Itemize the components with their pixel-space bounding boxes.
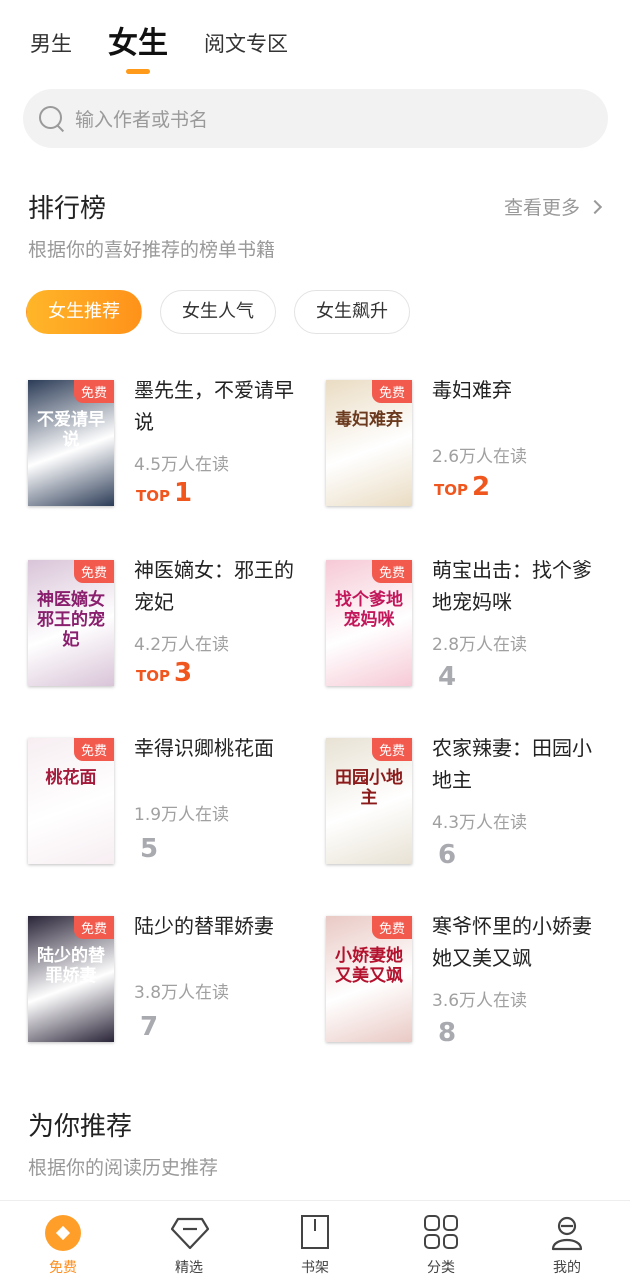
rank-label: TOP 3: [136, 658, 192, 688]
free-badge: 免费: [371, 560, 412, 583]
search-input[interactable]: 输入作者或书名: [23, 89, 608, 148]
reader-count: 4.3万人在读: [432, 813, 528, 833]
book-cover[interactable]: 毒妇难弃 免费: [326, 380, 412, 506]
search-icon: [39, 105, 65, 132]
rank-label: TOP 1: [136, 478, 192, 508]
ranking-subtitle: 根据你的喜好推荐的榜单书籍: [28, 239, 276, 261]
nav-category[interactable]: 分类: [378, 1201, 504, 1280]
reader-count: 1.9万人在读: [134, 805, 230, 825]
reader-count: 4.2万人在读: [134, 635, 230, 655]
nav-free[interactable]: 免费: [0, 1201, 126, 1280]
free-badge: 免费: [371, 916, 412, 939]
rank-number: 1: [173, 478, 193, 508]
rank-top-word: TOP: [136, 487, 170, 505]
cover-title: 陆少的替罪娇妻: [37, 946, 105, 986]
ranking-title: 排行榜: [28, 194, 107, 224]
reader-count: 2.6万人在读: [432, 447, 528, 467]
book-title[interactable]: 陆少的替罪娇妻: [134, 910, 309, 942]
chip-female-popular[interactable]: 女生人气: [160, 290, 276, 334]
nav-bookshelf[interactable]: 书架: [252, 1201, 378, 1280]
free-badge: 免费: [73, 560, 114, 583]
reader-count: 3.6万人在读: [432, 991, 528, 1011]
rank-number: 3: [173, 658, 193, 688]
chevron-right-icon: [587, 199, 603, 214]
tab-yuewen-zone[interactable]: 阅文专区: [204, 22, 288, 66]
book-title[interactable]: 萌宝出击：找个爹地宠妈咪: [432, 554, 607, 618]
rank-book-item[interactable]: 小娇妻她又美又飒 免费 寒爷怀里的小娇妻她又美又飒 3.6万人在读 8: [326, 914, 616, 1066]
book-cover[interactable]: 田园小地主 免费: [326, 738, 412, 864]
reader-count: 4.5万人在读: [134, 455, 230, 475]
rank-label: TOP 2: [434, 472, 490, 502]
profile-icon: [548, 1215, 586, 1251]
rank-top-word: TOP: [136, 667, 170, 685]
rank-book-item[interactable]: 不爱请早说 免费 墨先生，不爱请早说 4.5万人在读 TOP 1: [28, 378, 318, 530]
nav-featured-label: 精选: [175, 1260, 203, 1276]
bottom-nav-bar: 免费 精选 书架 分类 我的: [0, 1200, 630, 1280]
rank-book-item[interactable]: 毒妇难弃 免费 毒妇难弃 2.6万人在读 TOP 2: [326, 378, 616, 530]
book-cover[interactable]: 陆少的替罪娇妻 免费: [28, 916, 114, 1042]
bookshelf-icon: [296, 1215, 334, 1251]
search-placeholder: 输入作者或书名: [75, 109, 209, 131]
tab-male[interactable]: 男生: [30, 22, 72, 66]
book-cover[interactable]: 小娇妻她又美又飒 免费: [326, 916, 412, 1042]
nav-bookshelf-label: 书架: [301, 1260, 329, 1276]
rank-top-word: TOP: [434, 481, 468, 499]
free-icon: [44, 1215, 82, 1251]
cover-title: 小娇妻她又美又飒: [335, 946, 403, 986]
book-title[interactable]: 墨先生，不爱请早说: [134, 374, 309, 438]
free-badge: 免费: [371, 738, 412, 761]
cover-title: 毒妇难弃: [335, 410, 403, 430]
rank-number: 4: [438, 662, 457, 692]
recommend-title: 为你推荐: [28, 1112, 133, 1142]
nav-free-label: 免费: [49, 1260, 77, 1276]
reader-count: 2.8万人在读: [432, 635, 528, 655]
free-badge: 免费: [73, 380, 114, 403]
rank-book-item[interactable]: 神医嫡女 邪王的宠妃 免费 神医嫡女：邪王的宠妃 4.2万人在读 TOP 3: [28, 558, 318, 710]
more-label: 查看更多: [503, 197, 580, 219]
cover-title: 神医嫡女 邪王的宠妃: [37, 590, 105, 650]
book-cover[interactable]: 找个爹地宠妈咪 免费: [326, 560, 412, 686]
nav-profile[interactable]: 我的: [504, 1201, 630, 1280]
cover-title: 桃花面: [45, 768, 97, 788]
nav-profile-label: 我的: [553, 1260, 581, 1276]
top-tab-bar: 男生 女生 阅文专区: [30, 22, 324, 66]
book-title[interactable]: 幸得识卿桃花面: [134, 732, 309, 764]
chip-female-rising[interactable]: 女生飙升: [294, 290, 410, 334]
free-badge: 免费: [73, 738, 114, 761]
free-badge: 免费: [371, 380, 412, 403]
book-title[interactable]: 农家辣妻：田园小地主: [432, 732, 607, 796]
book-title[interactable]: 毒妇难弃: [432, 374, 607, 406]
rank-number: 7: [140, 1012, 159, 1042]
book-cover[interactable]: 神医嫡女 邪王的宠妃 免费: [28, 560, 114, 686]
recommend-subtitle: 根据你的阅读历史推荐: [28, 1157, 219, 1179]
rank-number: 2: [471, 472, 491, 502]
book-cover[interactable]: 不爱请早说 免费: [28, 380, 114, 506]
rank-number: 8: [438, 1018, 457, 1048]
rank-book-item[interactable]: 找个爹地宠妈咪 免费 萌宝出击：找个爹地宠妈咪 2.8万人在读 4: [326, 558, 616, 710]
reader-count: 3.8万人在读: [134, 983, 230, 1003]
free-badge: 免费: [73, 916, 114, 939]
nav-featured[interactable]: 精选: [126, 1201, 252, 1280]
rank-book-item[interactable]: 桃花面 免费 幸得识卿桃花面 1.9万人在读 5: [28, 736, 318, 888]
book-title[interactable]: 神医嫡女：邪王的宠妃: [134, 554, 309, 618]
nav-category-label: 分类: [427, 1260, 455, 1276]
ranking-filter-chips: 女生推荐 女生人气 女生飙升: [26, 290, 410, 334]
gem-icon: [170, 1215, 210, 1251]
book-cover[interactable]: 桃花面 免费: [28, 738, 114, 864]
cover-title: 找个爹地宠妈咪: [335, 590, 403, 630]
chip-female-recommend[interactable]: 女生推荐: [26, 290, 142, 334]
ranking-more-link[interactable]: 查看更多: [503, 193, 603, 220]
tab-female[interactable]: 女生: [108, 22, 168, 66]
rank-number: 6: [438, 840, 457, 870]
cover-title: 田园小地主: [335, 768, 403, 808]
book-title[interactable]: 寒爷怀里的小娇妻她又美又飒: [432, 910, 607, 974]
rank-book-item[interactable]: 陆少的替罪娇妻 免费 陆少的替罪娇妻 3.8万人在读 7: [28, 914, 318, 1066]
category-grid-icon: [422, 1215, 460, 1251]
cover-title: 不爱请早说: [37, 410, 105, 450]
rank-book-item[interactable]: 田园小地主 免费 农家辣妻：田园小地主 4.3万人在读 6: [326, 736, 616, 888]
rank-number: 5: [140, 834, 159, 864]
